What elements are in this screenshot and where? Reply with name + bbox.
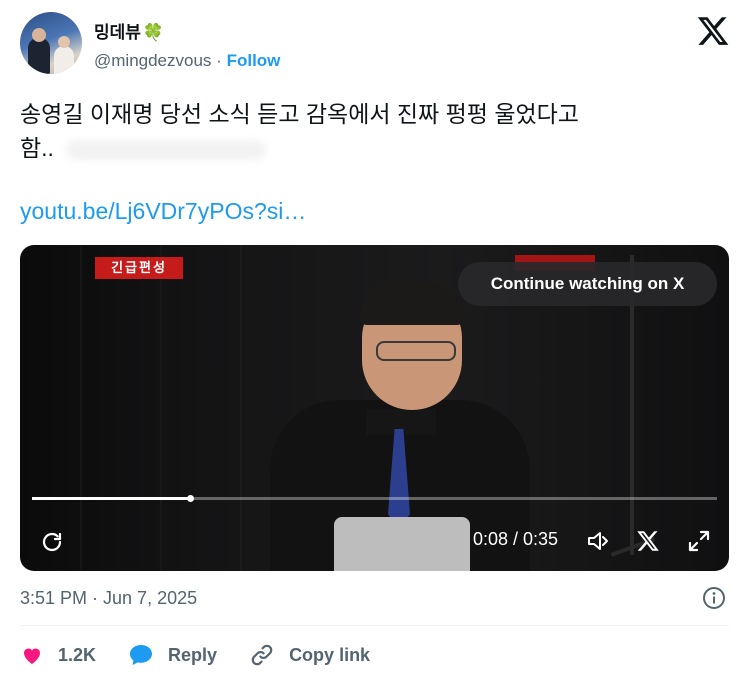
like-button[interactable]: 1.2K [20, 643, 96, 667]
curtain-fold [80, 245, 82, 571]
blurred-emoji [65, 139, 266, 160]
action-bar: 1.2K Reply Copy link [20, 640, 402, 670]
link-icon [251, 644, 273, 666]
divider [20, 625, 729, 626]
display-name-text: 밍데뷰 [94, 23, 141, 42]
presenter-hair [360, 283, 464, 325]
avatar-figure [54, 46, 74, 74]
separator-dot: · [216, 51, 222, 70]
video-progress-handle[interactable] [186, 495, 194, 502]
info-icon[interactable] [702, 586, 726, 610]
reply-bubble-icon [130, 645, 153, 665]
continue-watching-button[interactable]: Continue watching on X [458, 262, 717, 306]
x-logo-icon[interactable] [636, 529, 660, 553]
video-player[interactable]: 긴급편성 Continue watching on X 0:08 / 0:35 [20, 245, 729, 571]
handle-row: @mingdezvous · Follow [94, 51, 280, 71]
like-count: 1.2K [58, 644, 97, 665]
video-time: 0:08 / 0:35 [473, 529, 559, 549]
curtain-fold [240, 245, 242, 571]
fullscreen-icon[interactable] [687, 529, 711, 553]
avatar-figure-head [58, 36, 70, 48]
tweet-text: 송영길 이재명 당선 소식 듣고 감옥에서 진짜 펑펑 울었다고 함.. [20, 97, 720, 165]
copy-link-label: Copy link [289, 644, 371, 665]
replay-icon[interactable] [40, 530, 64, 554]
presenter-glasses [376, 341, 456, 361]
tweet-link[interactable]: youtu.be/Lj6VDr7yPOs?si… [20, 198, 306, 225]
curtain-fold [160, 245, 162, 571]
avatar-figure [28, 38, 50, 74]
reply-label: Reply [168, 644, 218, 665]
volume-muted-icon[interactable] [586, 529, 612, 553]
clover-emoji: 🍀 [142, 23, 165, 42]
follow-button[interactable]: Follow [227, 51, 281, 70]
video-progress-bar[interactable] [32, 495, 717, 502]
tablet [334, 517, 470, 571]
video-progress-fill [32, 497, 190, 500]
copy-link-button[interactable]: Copy link [249, 642, 370, 668]
user-handle[interactable]: @mingdezvous [94, 51, 211, 70]
tweet-timestamp[interactable]: 3:51 PM · Jun 7, 2025 [20, 588, 197, 609]
tweet-text-line: 송영길 이재명 당선 소식 듣고 감옥에서 진짜 펑펑 울었다고 [20, 101, 579, 127]
avatar-figure-head [32, 28, 46, 42]
display-name[interactable]: 밍데뷰 🍀 [94, 18, 164, 43]
broadcast-badge: 긴급편성 [95, 257, 183, 279]
reply-button[interactable]: Reply [128, 643, 217, 667]
tweet-text-line-2: 함.. [20, 131, 720, 165]
avatar[interactable] [20, 12, 82, 74]
heart-icon [24, 648, 40, 664]
tweet-text-line: 함.. [20, 135, 54, 161]
x-logo-icon[interactable] [696, 14, 730, 48]
